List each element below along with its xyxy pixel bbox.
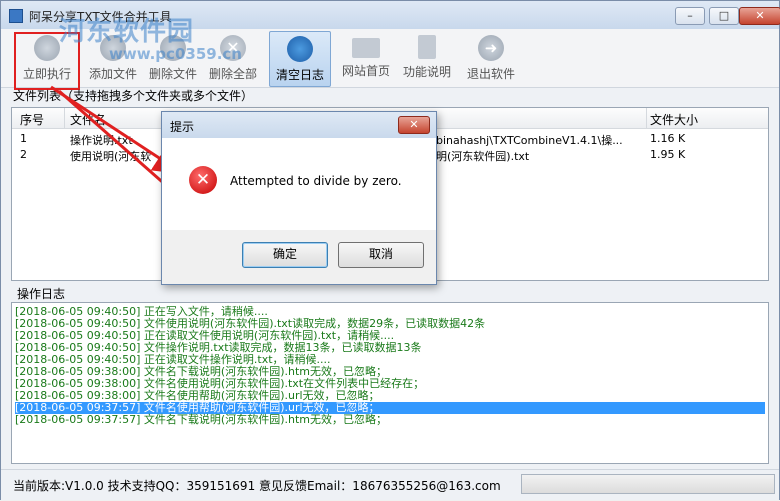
dialog-body: ✕ Attempted to divide by zero. bbox=[162, 138, 436, 230]
dialog-title-bar: 提示 ✕ bbox=[162, 112, 436, 138]
main-window: 阿呆分享TXT文件合并工具 – □ ✕ 立即执行 添加文件 删除文件 ✕ 删除全… bbox=[0, 0, 780, 500]
dialog-close-button[interactable]: ✕ bbox=[398, 116, 430, 134]
cancel-button[interactable]: 取消 bbox=[338, 242, 424, 268]
dialog-message: Attempted to divide by zero. bbox=[230, 174, 402, 188]
error-dialog: 提示 ✕ ✕ Attempted to divide by zero. 确定 取… bbox=[161, 111, 437, 285]
dialog-title: 提示 bbox=[170, 120, 195, 134]
ok-button[interactable]: 确定 bbox=[242, 242, 328, 268]
error-icon: ✕ bbox=[189, 166, 217, 194]
